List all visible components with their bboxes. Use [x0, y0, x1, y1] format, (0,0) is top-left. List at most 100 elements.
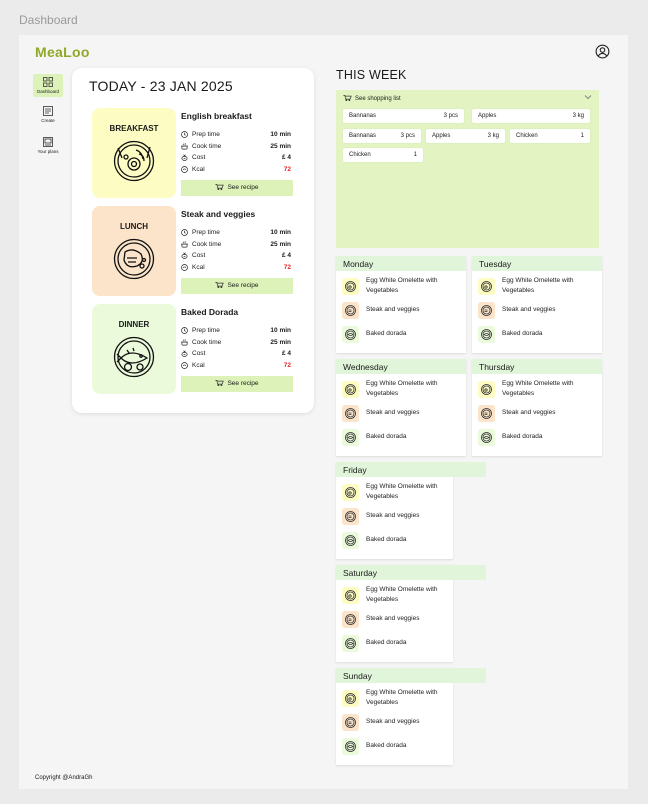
meal-stat-label: Prep time — [192, 131, 220, 138]
day-header: Sunday — [336, 668, 486, 683]
meal-stat: Cost £ 4 — [181, 251, 291, 261]
meal-type-label: BREAKFAST — [109, 124, 159, 133]
see-recipe-button[interactable]: See recipe — [181, 376, 293, 392]
day-meal-name: Egg White Omelette with Vegetables — [366, 586, 438, 603]
shopping-item-qty: 3 kg — [572, 113, 584, 119]
day-meal-item[interactable]: Steak and veggies — [342, 404, 462, 422]
meal-lunch: LUNCH Steak and veggies Prep time 10 min C… — [92, 206, 306, 296]
day-card-wednesday: Wednesday Egg White Omelette with Vegeta… — [336, 359, 466, 456]
see-recipe-button[interactable]: See recipe — [181, 180, 293, 196]
meal-thumb — [342, 611, 359, 628]
day-name: Wednesday — [343, 362, 388, 372]
sidebar-item-create[interactable]: Create — [33, 106, 63, 123]
day-meal-item[interactable]: Steak and veggies — [478, 301, 598, 319]
meal-thumb — [342, 508, 359, 525]
shopping-list-label: See shopping list — [355, 96, 401, 102]
dinner-plate-icon — [345, 535, 356, 546]
day-meal-item[interactable]: Baked dorada — [478, 428, 598, 446]
meal-thumb — [478, 326, 495, 343]
day-meal-name: Egg White Omelette with Vegetables — [366, 483, 438, 500]
day-meal-item[interactable]: Baked dorada — [342, 428, 462, 446]
shopping-item-qty: 3 kg — [487, 133, 499, 139]
meal-stat: Prep time 10 min — [181, 326, 291, 336]
meal-stat-value: 72 — [283, 361, 291, 369]
day-meal-item[interactable]: Egg White Omelette with Vegetables — [342, 380, 462, 398]
day-name: Friday — [343, 465, 367, 475]
meal-stat-label: Cook time — [192, 338, 222, 346]
day-meal-item[interactable]: Steak and veggies — [478, 404, 598, 422]
meal-stat-value: £ 4 — [281, 252, 291, 259]
user-profile-icon[interactable] — [595, 44, 610, 59]
meal-thumb — [342, 690, 359, 707]
cart-icon — [215, 184, 225, 191]
dashboard-icon — [43, 77, 53, 87]
frame-label: Dashboard — [19, 13, 78, 27]
day-meal-item[interactable]: Egg White Omelette with Vegetables — [478, 380, 598, 398]
kcal-icon — [181, 263, 188, 271]
day-meal-item[interactable]: Egg White Omelette with Vegetables — [342, 586, 462, 604]
shopping-item: Chicken 1 — [510, 129, 590, 143]
day-meal-item[interactable]: Steak and veggies — [342, 507, 462, 525]
day-card-saturday: Saturday Egg White Omelette with Vegetab… — [336, 565, 486, 662]
meal-thumb — [342, 587, 359, 604]
cart-icon — [343, 95, 352, 102]
day-meal-item[interactable]: Egg White Omelette with Vegetables — [342, 689, 462, 707]
sidebar-item-your-plans[interactable]: Your plans — [33, 137, 63, 154]
copyright: Copyright @AndraGh — [35, 775, 93, 781]
shopping-item: Apples 3 kg — [426, 129, 505, 143]
meal-stat-value: 10 min — [270, 131, 291, 138]
meal-stat: Kcal 72 — [181, 361, 291, 371]
meal-stat-label: Kcal — [192, 361, 205, 369]
meal-stat: Cost £ 4 — [181, 153, 291, 163]
day-meal-name: Steak and veggies — [366, 512, 420, 519]
day-name: Tuesday — [479, 259, 512, 269]
sidebar-item-label: Your plans — [37, 149, 59, 154]
chevron-down-icon[interactable] — [584, 94, 592, 100]
see-recipe-button[interactable]: See recipe — [181, 278, 293, 294]
sidebar-item-label: Create — [41, 118, 55, 123]
day-meal-item[interactable]: Egg White Omelette with Vegetables — [342, 483, 462, 501]
day-meal-name: Egg White Omelette with Vegetables — [502, 277, 574, 294]
dinner-plate-icon — [345, 432, 356, 443]
meal-stat-value: 10 min — [270, 229, 291, 236]
shopping-item-name: Apples — [432, 133, 451, 139]
breakfast-plate-icon — [345, 693, 356, 704]
coin-icon — [181, 154, 188, 161]
meal-image: LUNCH — [92, 206, 176, 296]
clock-icon — [181, 131, 188, 138]
day-meal-item[interactable]: Baked dorada — [342, 634, 462, 652]
meal-image: BREAKFAST — [92, 108, 176, 198]
day-meal-item[interactable]: Baked dorada — [478, 325, 598, 343]
day-meal-item[interactable]: Baked dorada — [342, 531, 462, 549]
sidebar-item-dashboard[interactable]: Dashboard — [33, 74, 63, 97]
meal-stat-label: Cook time — [192, 142, 222, 150]
lunch-plate-icon — [345, 511, 356, 522]
create-icon — [43, 106, 53, 116]
plans-icon — [43, 137, 53, 147]
app-logo: MeaLoo — [35, 44, 90, 60]
day-meal-item[interactable]: Steak and veggies — [342, 713, 462, 731]
shopping-item-name: Apples — [478, 113, 497, 119]
meal-stat-value: 25 min — [270, 142, 291, 150]
day-meal-item[interactable]: Egg White Omelette with Vegetables — [342, 277, 462, 295]
today-card: TODAY - 23 JAN 2025 BREAKFAST English br… — [72, 68, 314, 413]
day-meal-name: Steak and veggies — [366, 306, 420, 313]
day-header: Thursday — [472, 359, 602, 374]
shopping-item-name: Chicken — [516, 133, 538, 139]
shopping-item: Bannanas 3 pcs — [343, 109, 464, 123]
day-meal-name: Steak and veggies — [502, 306, 556, 313]
day-meal-item[interactable]: Baked dorada — [342, 737, 462, 755]
shopping-list-panel: See shopping list Bannanas 3 pcs Apples 3 k… — [336, 90, 599, 248]
day-meal-item[interactable]: Baked dorada — [342, 325, 462, 343]
meal-image: DINNER — [92, 304, 176, 394]
shopping-item-qty: 1 — [413, 152, 417, 158]
day-meal-name: Steak and veggies — [366, 615, 420, 622]
shopping-item-name: Bannanas — [349, 113, 377, 119]
meal-stat: Cost £ 4 — [181, 349, 291, 359]
shopping-list-toggle[interactable]: See shopping list — [343, 95, 401, 102]
day-header: Friday — [336, 462, 486, 477]
cart-icon — [215, 282, 225, 289]
day-meal-item[interactable]: Steak and veggies — [342, 610, 462, 628]
day-meal-item[interactable]: Steak and veggies — [342, 301, 462, 319]
day-meal-item[interactable]: Egg White Omelette with Vegetables — [478, 277, 598, 295]
